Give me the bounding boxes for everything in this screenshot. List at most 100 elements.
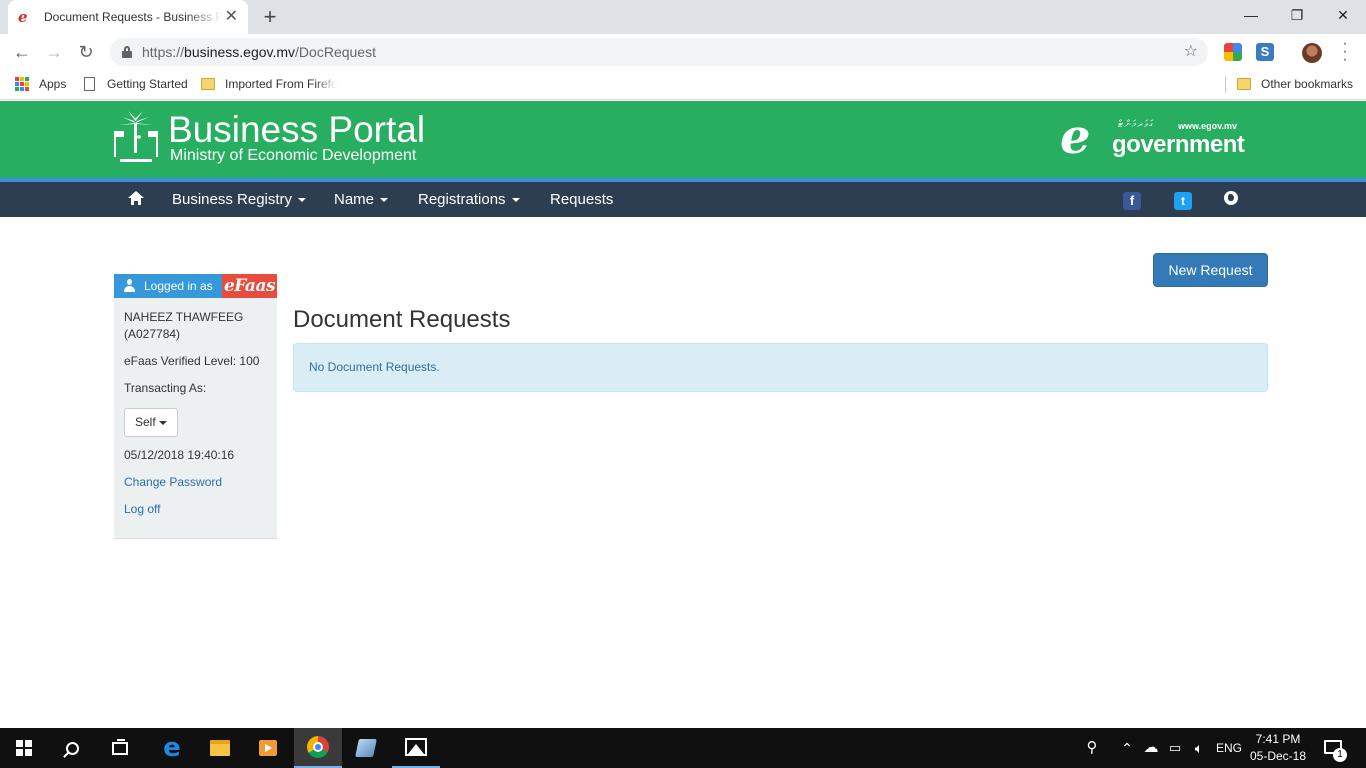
url-text[interactable]: https://business.egov.mv/DocRequest <box>142 38 376 66</box>
clock-date: 05-Dec-18 <box>1249 749 1307 763</box>
main-nav: Business Registry Name Registrations Req… <box>0 182 1366 217</box>
taskbar-edge[interactable]: e <box>148 728 196 768</box>
restore-button[interactable]: ❐ <box>1274 0 1320 30</box>
login-timestamp: 05/12/2018 19:40:16 <box>124 448 235 462</box>
windows-logo-icon <box>16 740 32 756</box>
egov-wordmark: government <box>1112 131 1245 158</box>
new-request-button[interactable]: New Request <box>1153 253 1268 287</box>
nav-business-registry[interactable]: Business Registry <box>172 182 307 217</box>
bookmark-other-bookmarks[interactable]: Other bookmarks <box>1237 70 1353 98</box>
address-bar[interactable]: https://business.egov.mv/DocRequest ☆ <box>110 38 1208 66</box>
taskbar-media-player[interactable] <box>244 728 292 768</box>
folder-icon <box>1237 78 1251 90</box>
s-extension-icon[interactable]: S <box>1256 43 1274 61</box>
logged-in-label: Logged in as <box>144 279 213 293</box>
tab-close-icon[interactable]: ✕ <box>225 9 238 25</box>
user-icon <box>124 279 135 292</box>
page-title: Document Requests <box>293 306 511 333</box>
portal-title[interactable]: Business Portal <box>168 109 425 151</box>
chevron-up-icon[interactable]: ⌃ <box>1118 728 1136 768</box>
home-icon[interactable] <box>128 191 144 206</box>
new-tab-button[interactable]: + <box>258 5 282 29</box>
change-password-link[interactable]: Change Password <box>124 474 222 491</box>
nav-label: Requests <box>550 191 614 208</box>
onedrive-cloud-icon[interactable]: ☁ <box>1140 728 1162 768</box>
user-id: (A027784) <box>124 327 181 341</box>
network-icon[interactable]: ▭ <box>1164 728 1186 768</box>
nav-label: Business Registry <box>172 191 293 208</box>
apps-grid-icon <box>15 77 29 91</box>
caret-down-icon <box>380 198 389 203</box>
people-icon[interactable]: ⚲ <box>1082 728 1102 768</box>
transacting-as-dropdown[interactable]: Self <box>124 408 178 437</box>
nav-label: Name <box>334 191 375 208</box>
url-prefix: https:// <box>142 44 185 60</box>
google-extension-icon[interactable] <box>1224 43 1242 61</box>
taskbar-photos[interactable] <box>392 728 440 768</box>
edge-icon: e <box>163 733 181 763</box>
facebook-icon[interactable]: f <box>1123 192 1141 210</box>
reload-icon[interactable]: ↻ <box>74 40 98 64</box>
browser-tab[interactable]: e Document Requests - Business Portal ✕ <box>8 0 248 34</box>
browser-toolbar: ← → ↻ https://business.egov.mv/DocReques… <box>0 34 1366 70</box>
bookmark-apps[interactable]: Apps <box>15 70 66 98</box>
empty-state-message: No Document Requests. <box>309 360 440 374</box>
search-button[interactable] <box>48 728 96 768</box>
folder-icon <box>201 78 215 90</box>
logged-in-header: Logged in as eFaas <box>114 274 277 298</box>
start-button[interactable] <box>0 728 48 768</box>
log-off-link[interactable]: Log off <box>124 501 160 518</box>
empty-state-alert: No Document Requests. <box>293 343 1268 392</box>
taskbar-notes-app[interactable] <box>342 728 390 768</box>
twitter-icon[interactable]: t <box>1174 192 1192 210</box>
tab-title: Document Requests - Business Portal <box>44 10 222 24</box>
media-player-icon <box>259 740 277 756</box>
file-explorer-icon <box>210 740 230 756</box>
notes-app-icon <box>355 739 377 757</box>
volume-icon[interactable]: 🔈︎ <box>1188 728 1210 768</box>
nav-requests[interactable]: Requests <box>550 182 613 217</box>
task-view-icon <box>112 738 128 755</box>
national-emblem-icon[interactable] <box>112 111 160 165</box>
globe-icon[interactable] <box>1224 191 1238 205</box>
search-icon <box>65 741 79 755</box>
nav-registrations[interactable]: Registrations <box>418 182 520 217</box>
taskbar-chrome[interactable] <box>294 728 342 768</box>
profile-avatar[interactable] <box>1302 43 1322 63</box>
forward-arrow-icon[interactable]: → <box>42 40 66 64</box>
url-path: /DocRequest <box>295 44 376 60</box>
close-window-button[interactable]: ✕ <box>1320 0 1366 30</box>
chrome-icon <box>307 736 329 758</box>
nav-name[interactable]: Name <box>334 182 389 217</box>
bookmark-star-icon[interactable]: ☆ <box>1184 38 1198 66</box>
verified-level: eFaas Verified Level: 100 <box>124 354 260 368</box>
chrome-menu-icon[interactable]: · · · <box>1340 36 1350 68</box>
page-icon <box>84 77 95 91</box>
egov-favicon-icon: e <box>18 8 28 26</box>
task-view-button[interactable] <box>96 728 144 768</box>
bookmarks-bar: Apps Getting Started Imported From Firef… <box>0 70 1366 100</box>
egov-logo[interactable]: e ގަވަރމަންޓް www.egov.mv government <box>1060 109 1260 165</box>
egov-url: www.egov.mv <box>1178 121 1238 131</box>
system-clock[interactable]: 7:41 PM 05-Dec-18 <box>1246 731 1310 765</box>
language-indicator[interactable]: ENG <box>1214 728 1244 768</box>
bookmark-label: Other bookmarks <box>1261 77 1354 91</box>
bookmark-imported-from-firefox[interactable]: Imported From Firefox <box>201 70 337 98</box>
caret-down-icon <box>298 198 307 203</box>
notification-count-badge: 1 <box>1333 748 1347 762</box>
minimize-button[interactable]: — <box>1228 0 1274 30</box>
transacting-as-value: Self <box>135 415 156 429</box>
user-sidebar: Logged in as eFaas NAHEEZ THAWFEEG (A027… <box>114 274 277 539</box>
back-arrow-icon[interactable]: ← <box>10 40 34 64</box>
portal-header: Business Portal Ministry of Economic Dev… <box>0 101 1366 178</box>
bookmark-getting-started[interactable]: Getting Started <box>84 70 188 98</box>
bookmark-label: Apps <box>39 77 67 91</box>
portal-subtitle: Ministry of Economic Development <box>170 147 417 164</box>
photos-icon <box>405 738 427 756</box>
lock-icon <box>122 46 132 58</box>
nav-label: Registrations <box>418 191 506 208</box>
taskbar-file-explorer[interactable] <box>196 728 244 768</box>
bookmark-divider <box>1225 76 1226 93</box>
egov-e-glyph: e <box>1060 109 1091 165</box>
browser-tab-strip: e Document Requests - Business Portal ✕ … <box>0 0 1366 34</box>
